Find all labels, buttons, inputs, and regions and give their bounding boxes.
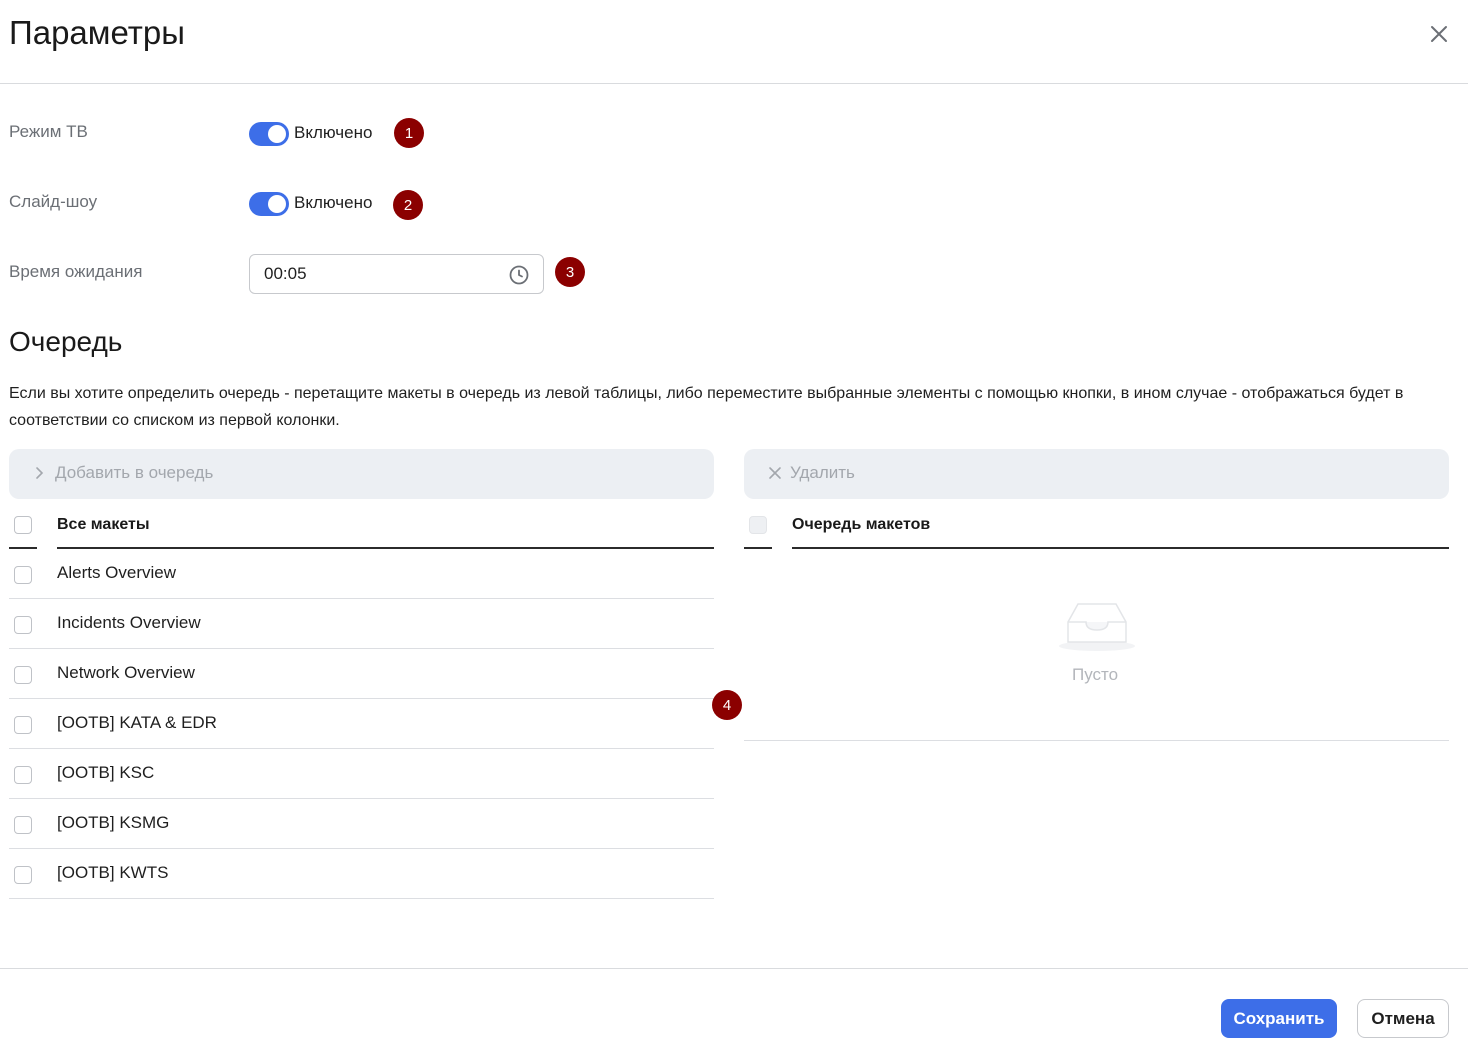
toggle-knob xyxy=(268,125,286,143)
close-icon xyxy=(1431,26,1447,42)
clock-icon[interactable] xyxy=(508,264,530,286)
toggle-knob xyxy=(268,195,286,213)
header-divider xyxy=(792,547,1449,549)
queue-description: Если вы хотите определить очередь - пере… xyxy=(9,385,1404,429)
slideshow-label: Слайд-шоу xyxy=(9,192,98,211)
row-checkbox[interactable] xyxy=(14,616,32,634)
list-item[interactable]: [OOTB] KATA & EDR xyxy=(9,699,714,749)
wait-time-label: Время ожидания xyxy=(9,262,143,281)
add-to-queue-button[interactable]: Добавить в очередь xyxy=(33,463,213,483)
save-button[interactable]: Сохранить xyxy=(1221,999,1337,1038)
layout-name: Network Overview xyxy=(57,663,195,682)
list-item[interactable]: [OOTB] KWTS xyxy=(9,849,714,899)
wait-time-input[interactable]: 00:05 xyxy=(249,254,544,294)
list-item[interactable]: Incidents Overview xyxy=(9,599,714,649)
list-item[interactable]: [OOTB] KSC xyxy=(9,749,714,799)
all-layouts-header: Все макеты xyxy=(57,516,150,533)
row-checkbox[interactable] xyxy=(14,766,32,784)
layout-name: [OOTB] KWTS xyxy=(57,863,169,882)
list-item[interactable]: [OOTB] KSMG xyxy=(9,799,714,849)
right-action-bar: Удалить xyxy=(744,449,1449,499)
close-icon xyxy=(769,467,781,479)
layout-name: Alerts Overview xyxy=(57,563,177,582)
add-to-queue-label: Добавить в очередь xyxy=(55,463,214,482)
slideshow-toggle[interactable] xyxy=(249,192,289,216)
row-checkbox[interactable] xyxy=(14,816,32,834)
annotation-marker-3: 3 xyxy=(555,257,585,287)
row-checkbox[interactable] xyxy=(14,866,32,884)
queue-select-all-checkbox[interactable] xyxy=(749,516,767,534)
annotation-marker-4: 4 xyxy=(712,690,742,720)
wait-time-value: 00:05 xyxy=(264,264,307,283)
empty-state-text: Пусто xyxy=(1072,665,1119,684)
row-checkbox[interactable] xyxy=(14,566,32,584)
tv-mode-label: Режим ТВ xyxy=(9,122,88,141)
queue-layouts-header: Очередь макетов xyxy=(792,516,931,533)
chevron-right-icon xyxy=(36,467,44,479)
slideshow-state: Включено xyxy=(294,193,373,212)
row-checkbox[interactable] xyxy=(14,666,32,684)
delete-label: Удалить xyxy=(790,463,855,482)
tv-mode-state: Включено xyxy=(294,123,373,142)
list-item[interactable]: Alerts Overview xyxy=(9,549,714,599)
queue-bottom-divider xyxy=(744,740,1449,741)
left-action-bar: Добавить в очередь xyxy=(9,449,714,499)
header-divider xyxy=(744,547,772,549)
annotation-marker-2: 2 xyxy=(393,190,423,220)
dialog-header: Параметры xyxy=(0,0,1468,84)
cancel-button[interactable]: Отмена xyxy=(1357,999,1449,1038)
footer-divider xyxy=(0,968,1468,969)
layout-name: Incidents Overview xyxy=(57,613,201,632)
close-button[interactable] xyxy=(1425,20,1453,48)
layout-name: [OOTB] KSMG xyxy=(57,813,170,832)
row-checkbox[interactable] xyxy=(14,716,32,734)
queue-title: Очередь xyxy=(9,326,123,357)
dialog-title: Параметры xyxy=(9,14,185,51)
empty-inbox-icon xyxy=(1059,603,1135,651)
delete-button[interactable]: Удалить xyxy=(768,463,855,483)
select-all-checkbox[interactable] xyxy=(14,516,32,534)
tv-mode-toggle[interactable] xyxy=(249,122,289,146)
annotation-marker-1: 1 xyxy=(394,118,424,148)
layout-name: [OOTB] KATA & EDR xyxy=(57,713,217,732)
layout-name: [OOTB] KSC xyxy=(57,763,155,782)
list-item[interactable]: Network Overview xyxy=(9,649,714,699)
